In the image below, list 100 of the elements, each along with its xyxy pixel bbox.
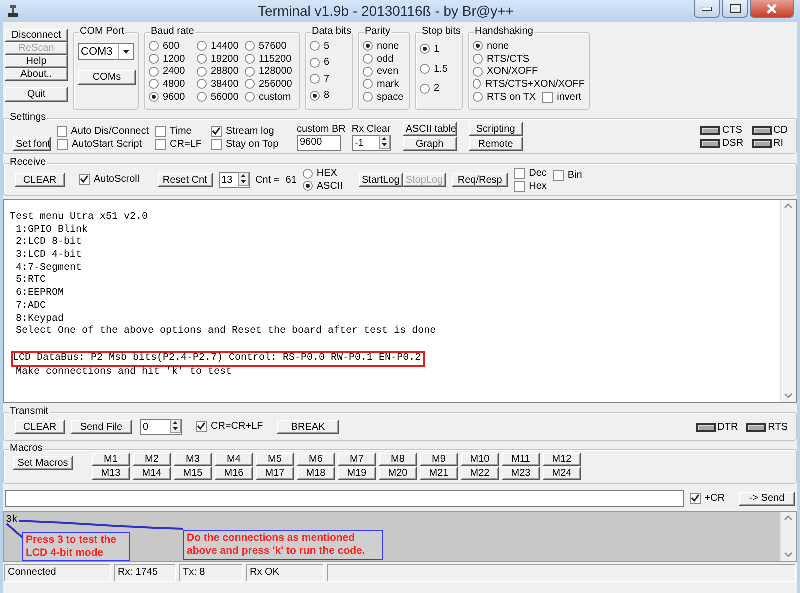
radio-button[interactable] [197,41,207,52]
radio-button[interactable] [302,168,313,179]
radio-button[interactable] [363,66,373,77]
macro-button[interactable]: M16 [215,467,253,480]
maximize-button[interactable] [722,0,748,18]
scrollbar[interactable] [780,200,796,402]
close-button[interactable] [750,0,794,18]
radio-button[interactable] [149,66,159,77]
send-button[interactable]: -> Send [739,492,795,506]
radio-button[interactable] [245,79,255,90]
connection-button[interactable]: Help [5,55,68,68]
count-spinner[interactable]: 13 [218,172,250,188]
custom-br-field[interactable]: 9600 [297,135,341,151]
radio-button[interactable] [197,79,207,90]
checkbox[interactable] [211,139,222,150]
radio-button[interactable] [197,54,207,64]
macro-button[interactable]: M13 [92,467,130,480]
macro-button[interactable]: M21 [420,467,458,480]
checkbox[interactable] [155,126,166,138]
macro-button[interactable]: M8 [379,453,417,466]
macro-button[interactable]: M12 [543,453,581,466]
radio-button[interactable] [197,92,207,102]
radio-button[interactable] [245,54,255,64]
radio-button[interactable] [149,92,159,102]
request-response-button[interactable]: Req/Resp [452,173,508,187]
radio-button[interactable] [363,92,373,102]
reset-count-button[interactable]: Reset Cnt [158,173,213,187]
macro-button[interactable]: M20 [379,467,417,480]
connection-button[interactable]: About.. [5,68,68,81]
connection-button[interactable]: Disconnect [5,29,68,42]
macro-button[interactable]: M11 [502,453,540,466]
start-log-button[interactable]: StartLog [359,173,403,187]
macro-button[interactable]: M1 [92,453,130,466]
checkbox[interactable] [196,420,207,432]
file-delay-spinner[interactable]: 0 [140,419,182,435]
radio-button[interactable] [473,66,483,77]
checkbox[interactable] [57,139,68,150]
macro-button[interactable]: M17 [256,467,294,480]
connection-button[interactable]: Quit [5,87,68,102]
radio-button[interactable] [310,90,320,101]
radio-button[interactable] [473,79,482,90]
radio-button[interactable] [420,84,430,94]
macro-button[interactable]: M15 [174,467,212,480]
radio-button[interactable] [363,79,373,90]
rx-clear-spinner[interactable]: -1 [352,135,391,151]
macro-button[interactable]: M3 [174,453,212,466]
break-button[interactable]: BREAK [277,420,340,434]
radio-button[interactable] [149,79,159,90]
macro-button[interactable]: M14 [133,467,171,480]
settings-button[interactable]: Graph [402,137,457,151]
clear-button[interactable]: CLEAR [15,420,65,434]
scrollbar[interactable] [780,512,796,561]
radio-button[interactable] [363,41,373,52]
macro-button[interactable]: M10 [461,453,499,466]
checkbox[interactable] [690,493,701,504]
scroll-up-icon[interactable] [784,515,793,521]
settings-button[interactable]: Scripting [468,122,523,136]
checkbox[interactable] [514,180,526,192]
settings-button[interactable]: ASCII table [402,122,457,136]
settings-button[interactable]: Remote [468,137,523,151]
send-file-button[interactable]: Send File [71,420,132,434]
radio-button[interactable] [473,92,483,102]
radio-button[interactable] [149,54,159,64]
scroll-down-icon[interactable] [784,393,793,399]
radio-button[interactable] [302,181,313,192]
radio-button[interactable] [197,66,207,77]
radio-button[interactable] [363,54,373,64]
radio-button[interactable] [245,92,255,102]
macro-button[interactable]: M7 [338,453,376,466]
radio-button[interactable] [473,54,483,64]
macro-button[interactable]: M24 [543,467,581,480]
checkbox[interactable] [552,170,564,181]
macro-button[interactable]: M6 [297,453,335,466]
set-macros-button[interactable]: Set Macros [13,456,73,470]
checkbox[interactable] [542,92,554,103]
macro-button[interactable]: M22 [461,467,499,480]
macro-button[interactable]: M9 [420,453,458,466]
radio-button[interactable] [245,41,255,52]
clear-button[interactable]: CLEAR [15,173,65,187]
radio-button[interactable] [473,41,483,52]
send-input-field[interactable] [5,490,684,507]
coms-button[interactable]: COMs [78,70,136,85]
radio-button[interactable] [420,64,430,74]
macro-button[interactable]: M4 [215,453,253,466]
checkbox[interactable] [79,174,90,185]
radio-button[interactable] [420,44,430,54]
checkbox[interactable] [211,126,222,138]
radio-button[interactable] [310,74,320,84]
radio-button[interactable] [310,41,320,52]
macro-button[interactable]: M5 [256,453,294,466]
macro-button[interactable]: M2 [133,453,171,466]
radio-button[interactable] [149,41,159,52]
scroll-up-icon[interactable] [784,203,793,209]
scroll-down-icon[interactable] [784,552,793,558]
macro-button[interactable]: M18 [297,467,335,480]
checkbox[interactable] [514,168,526,180]
macro-button[interactable]: M19 [338,467,376,480]
radio-button[interactable] [245,66,255,77]
minimize-button[interactable] [694,0,720,18]
radio-button[interactable] [310,58,320,68]
